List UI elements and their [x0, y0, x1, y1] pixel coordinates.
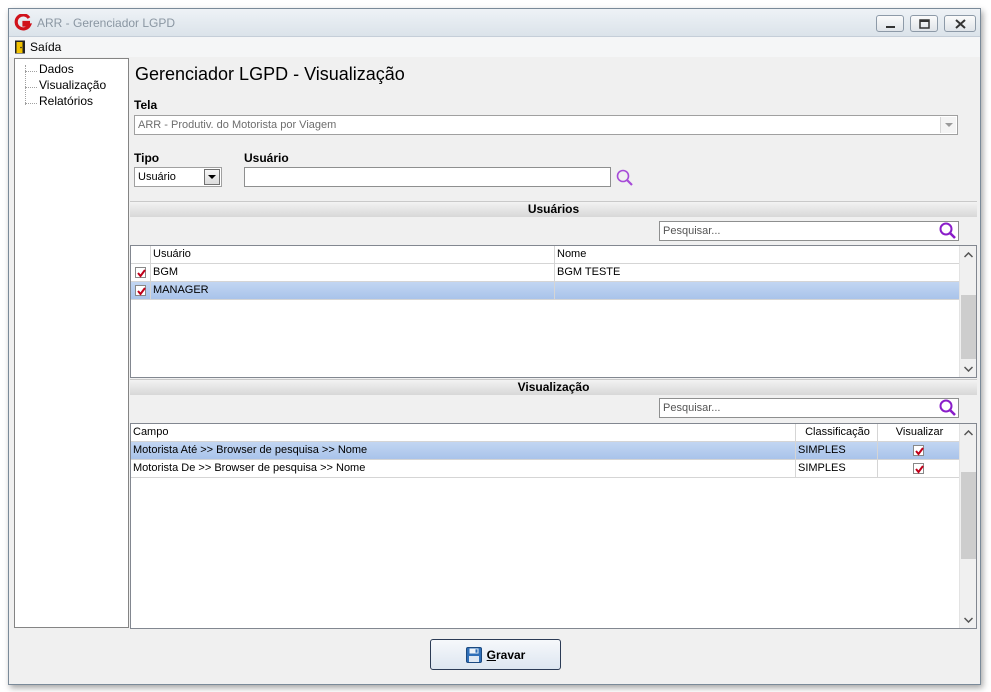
- scroll-down-icon[interactable]: [960, 611, 976, 628]
- app-logo-icon: [14, 14, 32, 31]
- table-row-selected[interactable]: MANAGER: [131, 282, 960, 300]
- row-checkbox[interactable]: [135, 267, 146, 278]
- checkmark-icon: [915, 447, 924, 456]
- usuarios-section-header: Usuários: [130, 201, 977, 217]
- column-header-classificacao[interactable]: Classificação: [796, 424, 878, 442]
- tipo-label: Tipo: [134, 151, 160, 165]
- tela-select[interactable]: ARR - Produtiv. do Motorista por Viagem: [134, 115, 958, 135]
- exit-menu-label: Saída: [30, 40, 62, 54]
- close-icon: [955, 19, 966, 29]
- visualizacao-grid: Campo Classificação Visualizar Motorista…: [130, 423, 977, 629]
- tree-item-relatorios[interactable]: Relatórios: [25, 93, 93, 108]
- close-button[interactable]: [944, 15, 976, 32]
- visualizacao-section-header: Visualização: [130, 379, 977, 395]
- cell-classificacao: SIMPLES: [796, 460, 878, 477]
- chevron-down-icon[interactable]: [204, 169, 220, 185]
- table-row[interactable]: Motorista De >> Browser de pesquisa >> N…: [131, 460, 960, 478]
- tree-item-dados[interactable]: Dados: [25, 61, 74, 76]
- maximize-icon: [919, 19, 930, 29]
- search-icon[interactable]: [938, 221, 958, 241]
- checkmark-icon: [137, 269, 146, 278]
- exit-menu-item[interactable]: Saída: [14, 38, 61, 56]
- checkmark-icon: [915, 465, 924, 474]
- exit-door-icon: [15, 40, 25, 54]
- tree-item-label: Relatórios: [39, 93, 94, 108]
- visualizacao-search-input[interactable]: Pesquisar...: [659, 398, 959, 418]
- usuarios-grid-header: Usuário Nome: [131, 246, 960, 264]
- usuarios-grid: Usuário Nome BGM BGM TESTE MANAGER: [130, 245, 977, 378]
- cell-campo: Motorista De >> Browser de pesquisa >> N…: [131, 460, 796, 477]
- visualizacao-scrollbar[interactable]: [959, 424, 976, 628]
- app-window: ARR - Gerenciador LGPD Saída Dados Visua…: [8, 8, 981, 685]
- page-title: Gerenciador LGPD - Visualização: [135, 64, 405, 84]
- tipo-select-value: Usuário: [138, 171, 176, 183]
- cell-nome: [555, 282, 960, 299]
- visualizar-checkbox[interactable]: [913, 463, 924, 474]
- scroll-thumb[interactable]: [961, 472, 976, 559]
- column-header-nome[interactable]: Nome: [555, 246, 960, 264]
- column-header-visualizar[interactable]: Visualizar: [878, 424, 960, 442]
- cell-nome: BGM TESTE: [555, 264, 960, 281]
- scroll-thumb[interactable]: [961, 295, 976, 359]
- table-row-selected[interactable]: Motorista Até >> Browser de pesquisa >> …: [131, 442, 960, 460]
- search-icon[interactable]: [938, 398, 958, 418]
- cell-usuario: BGM: [151, 264, 555, 281]
- scroll-up-icon[interactable]: [960, 246, 976, 263]
- title-bar[interactable]: ARR - Gerenciador LGPD: [9, 9, 980, 37]
- minimize-icon: [886, 26, 895, 28]
- visualizacao-grid-header: Campo Classificação Visualizar: [131, 424, 960, 442]
- usuarios-search-placeholder: Pesquisar...: [663, 225, 721, 237]
- row-checkbox[interactable]: [135, 285, 146, 296]
- tela-select-value: ARR - Produtiv. do Motorista por Viagem: [138, 119, 337, 131]
- tela-label: Tela: [134, 98, 158, 112]
- usuario-label: Usuário: [244, 151, 289, 165]
- visualizar-checkbox[interactable]: [913, 445, 924, 456]
- minimize-button[interactable]: [876, 15, 904, 32]
- scroll-up-icon[interactable]: [960, 424, 976, 441]
- usuarios-search-input[interactable]: Pesquisar...: [659, 221, 959, 241]
- checkmark-icon: [137, 287, 146, 296]
- tree-item-label: Visualização: [39, 77, 107, 92]
- tree-item-label: Dados: [39, 61, 74, 76]
- usuarios-scrollbar[interactable]: [959, 246, 976, 377]
- checkbox-column-header: [131, 246, 151, 264]
- visualizacao-search-placeholder: Pesquisar...: [663, 402, 721, 414]
- main-panel: Gerenciador LGPD - Visualização Tela ARR…: [130, 58, 977, 629]
- nav-tree: Dados Visualização Relatórios: [14, 58, 129, 628]
- cell-classificacao: SIMPLES: [796, 442, 878, 459]
- table-row[interactable]: BGM BGM TESTE: [131, 264, 960, 282]
- column-header-usuario[interactable]: Usuário: [151, 246, 555, 264]
- usuario-input[interactable]: [244, 167, 611, 187]
- menu-bar: Saída: [9, 37, 980, 57]
- maximize-button[interactable]: [910, 15, 938, 32]
- column-header-campo[interactable]: Campo: [131, 424, 796, 442]
- save-button-label: Gravar: [486, 647, 526, 662]
- floppy-disk-icon: [465, 646, 482, 663]
- chevron-down-icon[interactable]: [940, 117, 956, 133]
- save-button[interactable]: Gravar: [430, 639, 561, 670]
- cell-campo: Motorista Até >> Browser de pesquisa >> …: [131, 442, 796, 459]
- window-title: ARR - Gerenciador LGPD: [37, 16, 176, 30]
- tipo-select[interactable]: Usuário: [134, 167, 222, 187]
- tree-item-visualizacao[interactable]: Visualização: [25, 77, 106, 92]
- cell-usuario: MANAGER: [151, 282, 555, 299]
- search-icon[interactable]: [615, 168, 635, 188]
- scroll-down-icon[interactable]: [960, 360, 976, 377]
